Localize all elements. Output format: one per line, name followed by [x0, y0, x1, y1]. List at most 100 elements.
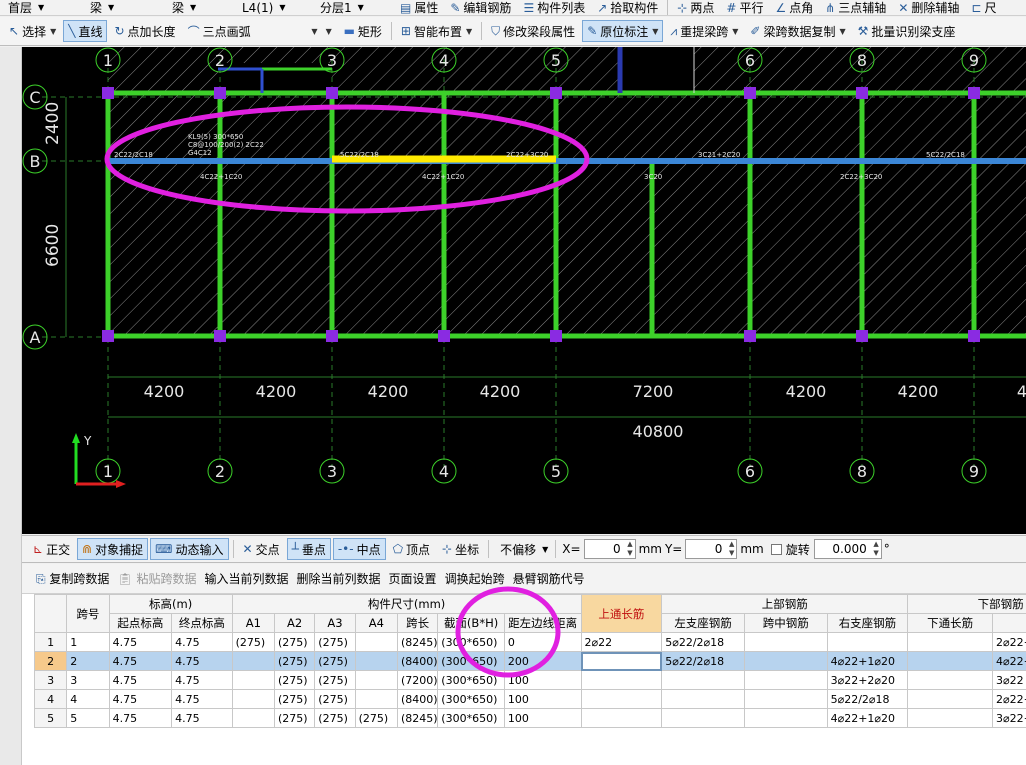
table-cell[interactable]: (8400) [396, 651, 439, 671]
table-cell[interactable] [743, 651, 828, 671]
delete-column-button[interactable]: 删除当前列数据 [297, 570, 381, 587]
row-number-cell[interactable]: 2 [33, 651, 68, 671]
table-cell[interactable]: 3⌀22 [992, 670, 1026, 690]
col-header[interactable]: 跨长 [396, 613, 439, 633]
property-button[interactable]: ▤ 属性 [395, 0, 443, 16]
table-cell[interactable] [661, 708, 745, 728]
table-cell[interactable] [907, 689, 993, 709]
table-cell[interactable]: 4.75 [171, 689, 233, 709]
pick-component-button[interactable]: ↗ 拾取构件 [592, 0, 663, 16]
table-cell[interactable]: 2⌀22+3 [992, 632, 1026, 652]
table-cell[interactable]: (275) [314, 689, 356, 709]
span-no-header[interactable]: 跨号 [66, 594, 110, 633]
table-cell[interactable]: 1 [66, 632, 110, 652]
line-button[interactable]: ╲ 直线 [63, 20, 108, 42]
table-cell[interactable]: (300*650) [437, 651, 505, 671]
swap-start-span-button[interactable]: 调换起始跨 [445, 570, 505, 587]
top-long-header[interactable]: 上通长筋 [580, 594, 663, 633]
col-header[interactable]: A2 [273, 613, 316, 633]
midpoint-snap[interactable]: -•- 中点 [332, 538, 386, 560]
table-cell[interactable] [231, 651, 275, 671]
table-cell[interactable]: 4.75 [171, 708, 233, 728]
table-cell[interactable] [354, 689, 398, 709]
col-header[interactable]: 截面(B*H) [437, 613, 505, 633]
table-cell[interactable] [743, 670, 828, 690]
select-button[interactable]: ↖ 选择 ▼ [4, 20, 61, 42]
table-cell[interactable]: 4.75 [171, 670, 233, 690]
rotate-checkbox[interactable] [770, 543, 782, 555]
subtype-dropdown[interactable]: 梁 ▼ [168, 0, 234, 15]
edit-rebar-button[interactable]: ✎ 编辑钢筋 [445, 0, 516, 16]
table-row[interactable]: 3 3 4.75 4.75 (275) (275) (7200) (300*650) 100 3⌀… [33, 670, 1026, 690]
table-cell[interactable]: 4.75 [171, 651, 233, 671]
table-cell[interactable]: 4⌀22+1 [992, 651, 1026, 671]
cantilever-code-button[interactable]: 悬臂钢筋代号 [513, 570, 585, 587]
dynamic-input-toggle[interactable]: ⌨ 动态输入 [150, 538, 229, 560]
table-cell[interactable]: 100 [503, 708, 582, 728]
table-cell[interactable]: 3⌀22+2 [992, 708, 1026, 728]
smart-layout-button[interactable]: ⊞ 智能布置 ▼ [396, 20, 477, 42]
input-column-button[interactable]: 输入当前列数据 [205, 570, 289, 587]
table-cell[interactable]: (8245) [396, 708, 439, 728]
table-cell[interactable]: 5⌀22/2⌀18 [826, 689, 909, 709]
col-header[interactable]: A4 [354, 613, 398, 633]
table-cell[interactable]: (8400) [396, 689, 439, 709]
intersect-snap[interactable]: ✕ 交点 [238, 538, 285, 560]
point-length-button[interactable]: ↻ 点加长度 [109, 20, 180, 42]
copy-span-button[interactable]: ⎘ 复制跨数据 [36, 570, 109, 587]
three-point-axis-button[interactable]: ⋔ 三点辅轴 [820, 0, 891, 16]
table-cell[interactable]: 2⌀22+3 [992, 689, 1026, 709]
reextract-span-button[interactable]: ⩘ 重提梁跨 ▼ [665, 20, 743, 42]
table-row[interactable]: 4 4 4.75 4.75 (275) (275) (8400) (300*650) 100 5⌀… [33, 689, 1026, 709]
page-setup-button[interactable]: 页面设置 [389, 570, 437, 587]
table-cell[interactable]: (300*650) [437, 708, 505, 728]
point-angle-button[interactable]: ∠ 点角 [770, 0, 818, 16]
col-header[interactable]: 终点标高 [171, 613, 233, 633]
ruler-button[interactable]: ⊏ 尺 [966, 0, 1001, 16]
table-cell[interactable] [354, 651, 398, 671]
table-cell[interactable]: 5 [66, 708, 110, 728]
spinner-icon[interactable]: ▲ ▼ [627, 540, 632, 558]
table-cell[interactable]: (300*650) [437, 689, 505, 709]
coordinate-snap[interactable]: ⊹ 坐标 [437, 538, 484, 560]
table-cell[interactable]: 2⌀22 [580, 632, 663, 652]
table-cell[interactable]: 3 [66, 670, 110, 690]
parallel-button[interactable]: # 平行 [721, 0, 768, 16]
table-cell[interactable] [743, 689, 828, 709]
table-cell[interactable]: 5⌀22/2⌀18 [661, 632, 745, 652]
table-cell[interactable] [580, 708, 663, 728]
original-mark-button[interactable]: ✎ 原位标注 ▼ [582, 20, 664, 42]
x-coordinate-input[interactable]: 0 ▲ ▼ [583, 539, 636, 559]
table-cell[interactable] [743, 708, 828, 728]
table-cell[interactable] [580, 689, 663, 709]
ortho-toggle[interactable]: ⊾ 正交 [28, 538, 75, 560]
col-header[interactable]: 左支座钢筋 [661, 613, 745, 633]
table-cell[interactable]: 4.75 [171, 632, 233, 652]
paste-span-button[interactable]: 📋︎ 粘贴跨数据 [117, 570, 196, 587]
table-cell[interactable] [907, 651, 993, 671]
table-cell[interactable]: (275) [314, 708, 356, 728]
table-cell[interactable]: 4.75 [108, 632, 173, 652]
row-number-cell[interactable]: 4 [33, 689, 68, 709]
col-header[interactable]: A1 [231, 613, 275, 633]
col-header[interactable]: 起点标高 [108, 613, 173, 633]
table-cell[interactable]: 3⌀22+2⌀20 [826, 670, 909, 690]
row-number-cell[interactable]: 5 [33, 708, 68, 728]
table-cell[interactable]: (275) [314, 632, 356, 652]
table-cell[interactable] [661, 670, 745, 690]
col-header[interactable]: 下部钢 [992, 613, 1026, 633]
two-point-button[interactable]: ⊹ 两点 [672, 0, 719, 16]
row-number-cell[interactable]: 1 [33, 632, 68, 652]
table-cell[interactable]: 100 [503, 670, 582, 690]
table-cell[interactable]: (7200) [396, 670, 439, 690]
table-row[interactable]: 2 2 4.75 4.75 (275) (275) (8400) (300*650) 200 5⌀… [33, 651, 1026, 671]
table-cell[interactable]: 200 [503, 651, 582, 671]
table-cell[interactable] [580, 670, 663, 690]
table-cell[interactable] [231, 689, 275, 709]
table-cell[interactable]: 4.75 [108, 651, 173, 671]
rotate-input[interactable]: 0.000 ▲ ▼ [813, 539, 882, 559]
object-snap-toggle[interactable]: ⋒ 对象捕捉 [77, 538, 149, 560]
span-copy-button[interactable]: ✐ 梁跨数据复制 ▼ [745, 20, 850, 42]
offset-mode-dropdown[interactable]: 不偏移 ▼ [496, 541, 552, 557]
table-cell[interactable]: 100 [503, 689, 582, 709]
